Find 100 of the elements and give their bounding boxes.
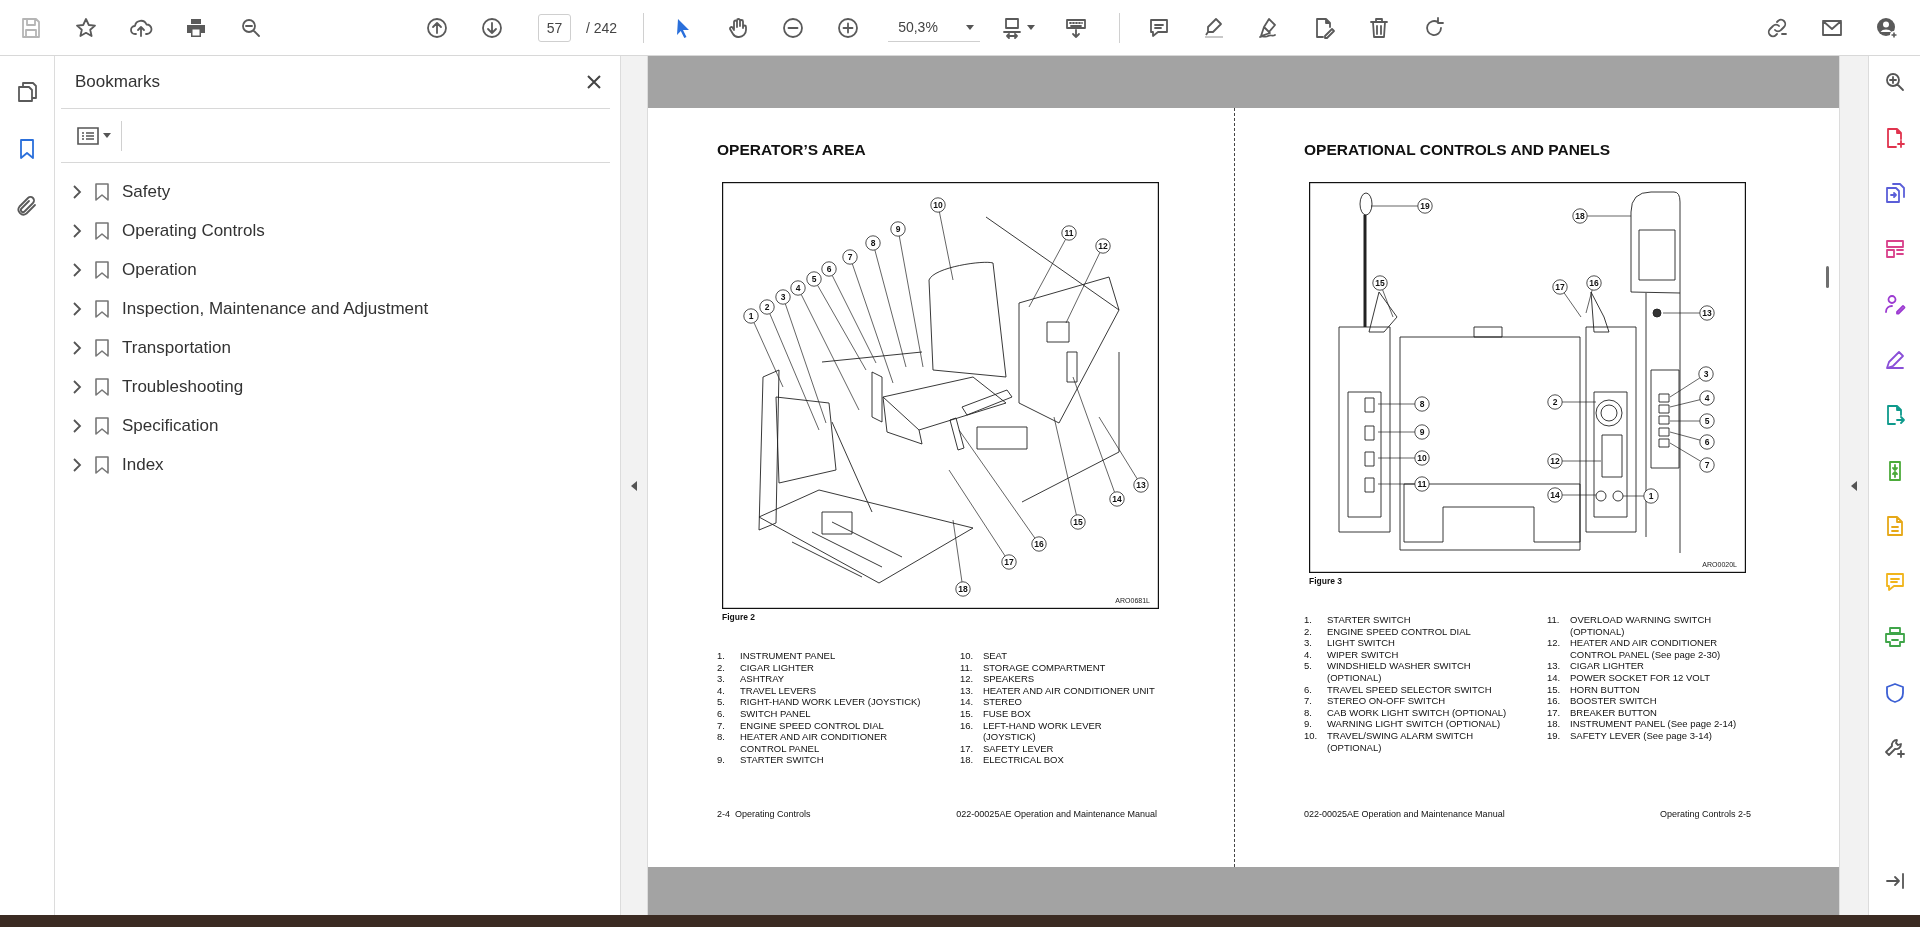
- bookmark-label[interactable]: Inspection, Maintenance and Adjustment: [122, 298, 429, 319]
- legend-number: 9.: [717, 754, 726, 766]
- bookmark-label[interactable]: Specification: [122, 415, 219, 436]
- options-list-icon[interactable]: [77, 126, 99, 145]
- expand-chevron-icon[interactable]: [70, 340, 84, 355]
- collapse-arrow-icon[interactable]: [631, 480, 637, 491]
- caret-icon[interactable]: [1027, 25, 1036, 30]
- expand-chevron-icon[interactable]: [70, 301, 84, 316]
- account-icon[interactable]: [1874, 15, 1899, 40]
- expand-chevron-icon[interactable]: [70, 457, 84, 472]
- callout-number: 9: [1414, 424, 1430, 440]
- callout-number: 10: [1414, 450, 1430, 466]
- leader-line: [1586, 215, 1632, 217]
- legend-number: 5.: [1304, 660, 1313, 674]
- legend-text: SWITCH PANEL: [740, 707, 811, 720]
- arrow-down-icon[interactable]: [479, 15, 504, 40]
- callout-number: 15: [1070, 514, 1086, 530]
- legend-text: HEATER AND AIR CONDITIONER CONTROL PANEL (See page 2-30): [1570, 637, 1721, 661]
- legend-number: 6.: [1304, 683, 1313, 696]
- bookmark-icon: [95, 182, 109, 201]
- legend-number: 14.: [1547, 671, 1562, 684]
- user-edit-icon[interactable]: [1882, 292, 1907, 316]
- expand-chevron-icon[interactable]: [70, 418, 84, 433]
- legend-text: CIGAR LIGHTER: [740, 661, 814, 674]
- callout-number: 12: [1095, 238, 1111, 254]
- callout-number: 5: [806, 271, 822, 287]
- callout-number: 6: [821, 261, 837, 277]
- legend-number: 5.: [717, 696, 726, 708]
- bookmark-label[interactable]: Operation: [122, 259, 197, 280]
- leader-line: [1561, 494, 1597, 496]
- legend-number: 8.: [717, 731, 726, 745]
- legend-number: 19.: [1547, 729, 1562, 742]
- arrow-up-icon[interactable]: [424, 15, 449, 40]
- legend-text: SAFETY LEVER: [982, 742, 1054, 755]
- legend-number: 1.: [717, 650, 726, 662]
- scrollbar-thumb[interactable]: [1826, 266, 1829, 288]
- legend-text: LEFT-HAND WORK LEVER (JOYSTICK): [982, 719, 1103, 743]
- expand-chevron-icon[interactable]: [70, 223, 84, 238]
- zoom-out-icon[interactable]: [780, 15, 805, 40]
- legend-number: 11.: [959, 661, 974, 674]
- legend-number: 1.: [1304, 614, 1313, 626]
- legend-number: 17.: [1547, 706, 1562, 719]
- expand-chevron-icon[interactable]: [70, 184, 84, 199]
- wrench-plus-icon[interactable]: [1882, 736, 1907, 760]
- legend-text: TRAVEL LEVERS: [740, 684, 817, 697]
- page-number-field[interactable]: 57: [538, 13, 571, 42]
- legend-text: CAB WORK LIGHT SWITCH (OPTIONAL): [1327, 706, 1507, 719]
- leader-line: [939, 211, 954, 281]
- bookmark-label[interactable]: Safety: [122, 181, 171, 202]
- zoom-in-icon[interactable]: [835, 15, 860, 40]
- callout-number: 11: [1414, 476, 1430, 492]
- legend-text: STARTER SWITCH: [1327, 614, 1411, 626]
- leader-line: [1065, 252, 1101, 324]
- bookmark-label[interactable]: Troubleshooting: [122, 376, 244, 397]
- bookmark-label[interactable]: Transportation: [122, 337, 231, 358]
- callout-number: 7: [1699, 457, 1715, 473]
- close-icon[interactable]: [586, 74, 602, 90]
- legend-number: 8.: [1304, 706, 1313, 719]
- legend-text: HEATER AND AIR CONDITIONER UNIT: [982, 684, 1155, 697]
- figure-caption: Figure 2: [722, 612, 757, 622]
- legend-number: 7.: [717, 719, 726, 732]
- legend-text: INSTRUMENT PANEL: [740, 650, 836, 662]
- pages-icon[interactable]: [15, 80, 39, 104]
- legend-number: 18.: [959, 754, 975, 766]
- bookmark-label[interactable]: Index: [122, 454, 164, 475]
- expand-chevron-icon[interactable]: [70, 262, 84, 277]
- callout-number: 16: [1586, 275, 1602, 291]
- panel-title: Bookmarks: [75, 72, 161, 92]
- callout-number: 16: [1031, 536, 1047, 552]
- legend-text: RIGHT-HAND WORK LEVER (JOYSTICK): [740, 696, 921, 708]
- callout-number: 19: [1417, 198, 1433, 214]
- bookmark-label[interactable]: Operating Controls: [122, 220, 265, 241]
- bookmark-icon: [95, 221, 109, 240]
- page-count: / 242: [586, 19, 618, 36]
- caret-icon[interactable]: [103, 133, 111, 138]
- bookmark-icon: [95, 338, 109, 357]
- legend-text: INSTRUMENT PANEL (See page 2-14): [1570, 718, 1737, 730]
- legend-number: 16.: [1547, 695, 1562, 707]
- legend-number: 4.: [717, 684, 726, 697]
- legend-number: 14.: [959, 696, 975, 708]
- callout-number: 7: [842, 249, 858, 265]
- legend-text: SPEAKERS: [982, 673, 1035, 685]
- legend-number: 2.: [1304, 625, 1313, 638]
- zoom-dropdown[interactable]: 50,3%: [888, 13, 981, 42]
- callout-number: 12: [1547, 453, 1563, 469]
- page-footer: Operating Controls 2-5: [1659, 809, 1751, 819]
- printer-icon[interactable]: [1882, 625, 1907, 649]
- legend-number: 15.: [959, 707, 975, 720]
- callout-number: 18: [955, 581, 971, 597]
- legend-text: POWER SOCKET FOR 12 VOLT: [1570, 671, 1711, 684]
- star-icon[interactable]: [73, 15, 98, 40]
- legend-number: 6.: [717, 707, 726, 720]
- page-footer: 2-4 Operating Controls: [717, 809, 811, 819]
- expand-chevron-icon[interactable]: [70, 379, 84, 394]
- paperclip-icon[interactable]: [15, 194, 39, 218]
- leader-line: [1561, 401, 1597, 403]
- expand-arrow-icon[interactable]: [1851, 480, 1857, 491]
- joystick: [871, 371, 883, 423]
- pedal: [821, 511, 853, 535]
- legend-number: 4.: [1304, 648, 1313, 661]
